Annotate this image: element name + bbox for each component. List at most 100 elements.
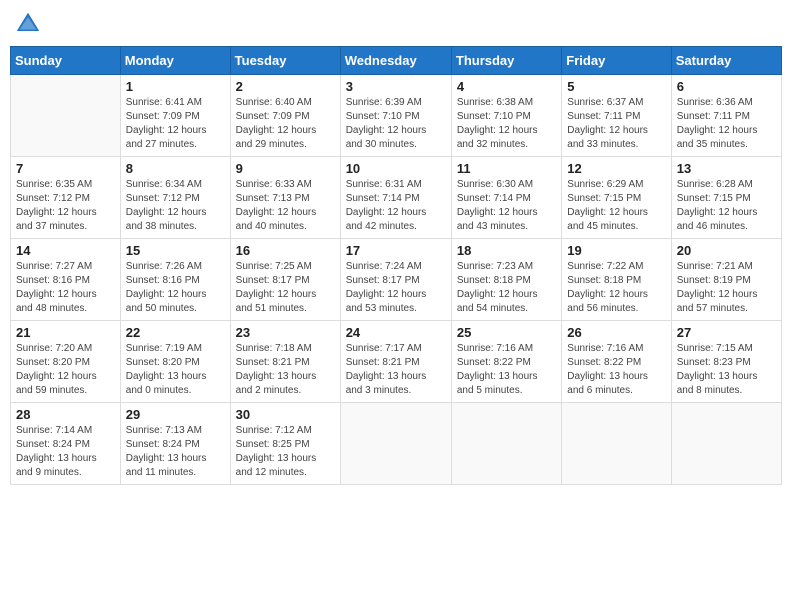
calendar-day-cell: 27Sunrise: 7:15 AMSunset: 8:23 PMDayligh… [671, 321, 781, 403]
day-number: 26 [567, 325, 665, 340]
day-info: Sunrise: 6:41 AMSunset: 7:09 PMDaylight:… [126, 96, 225, 152]
calendar-day-cell: 12 Sunrise: 6:29 AMSunset: 7:15 PMDayligh… [562, 157, 671, 239]
calendar-week-row: 14 Sunrise: 7:27 AMSunset: 8:16 PMDayligh… [11, 239, 782, 321]
weekday-header-wednesday: Wednesday [340, 47, 451, 75]
day-info: Sunrise: 6:29 AMSunset: 7:15 PMDaylight:… [567, 178, 665, 234]
day-number: 27 [677, 325, 776, 340]
day-info: Sunrise: 6:40 AMSunset: 7:09 PMDaylight:… [236, 96, 335, 152]
day-info: Sunrise: 7:22 AMSunset: 8:18 PMDaylight:… [567, 260, 665, 316]
calendar-day-cell: 1 Sunrise: 6:41 AMSunset: 7:09 PMDaylight… [120, 75, 230, 157]
day-number: 18 [457, 243, 556, 258]
calendar-week-row: 28 Sunrise: 7:14 AMSunset: 8:24 PMDayligh… [11, 403, 782, 485]
day-info: Sunrise: 6:34 AMSunset: 7:12 PMDaylight:… [126, 178, 225, 234]
day-number: 30 [236, 407, 335, 422]
calendar-day-cell: 30Sunrise: 7:12 AMSunset: 8:25 PMDayligh… [230, 403, 340, 485]
day-number: 8 [126, 161, 225, 176]
day-number: 28 [16, 407, 115, 422]
weekday-header-tuesday: Tuesday [230, 47, 340, 75]
day-number: 9 [236, 161, 335, 176]
day-number: 2 [236, 79, 335, 94]
day-number: 23 [236, 325, 335, 340]
day-number: 6 [677, 79, 776, 94]
calendar-day-cell: 20 Sunrise: 7:21 AMSunset: 8:19 PMDayligh… [671, 239, 781, 321]
day-info: Sunrise: 7:14 AMSunset: 8:24 PMDaylight:… [16, 424, 115, 480]
calendar-day-cell: 6 Sunrise: 6:36 AMSunset: 7:11 PMDaylight… [671, 75, 781, 157]
day-info: Sunrise: 7:23 AMSunset: 8:18 PMDaylight:… [457, 260, 556, 316]
day-number: 25 [457, 325, 556, 340]
day-number: 17 [346, 243, 446, 258]
calendar-day-cell: 11 Sunrise: 6:30 AMSunset: 7:14 PMDayligh… [451, 157, 561, 239]
calendar-week-row: 21 Sunrise: 7:20 AMSunset: 8:20 PMDayligh… [11, 321, 782, 403]
day-number: 15 [126, 243, 225, 258]
day-info: Sunrise: 6:37 AMSunset: 7:11 PMDaylight:… [567, 96, 665, 152]
calendar-day-cell: 22 Sunrise: 7:19 AMSunset: 8:20 PMDayligh… [120, 321, 230, 403]
day-info: Sunrise: 6:39 AMSunset: 7:10 PMDaylight:… [346, 96, 446, 152]
day-info: Sunrise: 7:17 AMSunset: 8:21 PMDaylight:… [346, 342, 446, 398]
day-info: Sunrise: 6:31 AMSunset: 7:14 PMDaylight:… [346, 178, 446, 234]
day-info: Sunrise: 7:20 AMSunset: 8:20 PMDaylight:… [16, 342, 115, 398]
calendar-day-cell: 19Sunrise: 7:22 AMSunset: 8:18 PMDayligh… [562, 239, 671, 321]
day-number: 21 [16, 325, 115, 340]
day-number: 12 [567, 161, 665, 176]
day-number: 4 [457, 79, 556, 94]
day-number: 5 [567, 79, 665, 94]
day-number: 11 [457, 161, 556, 176]
calendar-day-cell: 7Sunrise: 6:35 AMSunset: 7:12 PMDaylight… [11, 157, 121, 239]
weekday-header-monday: Monday [120, 47, 230, 75]
day-number: 1 [126, 79, 225, 94]
day-info: Sunrise: 7:13 AMSunset: 8:24 PMDaylight:… [126, 424, 225, 480]
weekday-header-thursday: Thursday [451, 47, 561, 75]
calendar-day-cell: 2 Sunrise: 6:40 AMSunset: 7:09 PMDaylight… [230, 75, 340, 157]
page-header [10, 10, 782, 38]
day-info: Sunrise: 6:36 AMSunset: 7:11 PMDaylight:… [677, 96, 776, 152]
day-number: 20 [677, 243, 776, 258]
day-number: 7 [16, 161, 115, 176]
day-info: Sunrise: 7:18 AMSunset: 8:21 PMDaylight:… [236, 342, 335, 398]
day-number: 13 [677, 161, 776, 176]
calendar-day-cell: 29 Sunrise: 7:13 AMSunset: 8:24 PMDayligh… [120, 403, 230, 485]
logo-icon [14, 10, 42, 38]
day-info: Sunrise: 7:16 AMSunset: 8:22 PMDaylight:… [457, 342, 556, 398]
day-info: Sunrise: 7:16 AMSunset: 8:22 PMDaylight:… [567, 342, 665, 398]
calendar-day-cell: 21 Sunrise: 7:20 AMSunset: 8:20 PMDayligh… [11, 321, 121, 403]
day-info: Sunrise: 6:33 AMSunset: 7:13 PMDaylight:… [236, 178, 335, 234]
calendar-day-cell [451, 403, 561, 485]
day-info: Sunrise: 7:26 AMSunset: 8:16 PMDaylight:… [126, 260, 225, 316]
calendar-day-cell: 28 Sunrise: 7:14 AMSunset: 8:24 PMDayligh… [11, 403, 121, 485]
calendar-day-cell: 26 Sunrise: 7:16 AMSunset: 8:22 PMDayligh… [562, 321, 671, 403]
weekday-header-sunday: Sunday [11, 47, 121, 75]
calendar-day-cell: 5 Sunrise: 6:37 AMSunset: 7:11 PMDaylight… [562, 75, 671, 157]
calendar-day-cell: 4 Sunrise: 6:38 AMSunset: 7:10 PMDaylight… [451, 75, 561, 157]
calendar-day-cell [340, 403, 451, 485]
calendar-day-cell [671, 403, 781, 485]
day-info: Sunrise: 6:38 AMSunset: 7:10 PMDaylight:… [457, 96, 556, 152]
day-info: Sunrise: 7:24 AMSunset: 8:17 PMDaylight:… [346, 260, 446, 316]
calendar-day-cell: 10 Sunrise: 6:31 AMSunset: 7:14 PMDayligh… [340, 157, 451, 239]
day-info: Sunrise: 7:21 AMSunset: 8:19 PMDaylight:… [677, 260, 776, 316]
weekday-header-saturday: Saturday [671, 47, 781, 75]
weekday-header-friday: Friday [562, 47, 671, 75]
day-number: 22 [126, 325, 225, 340]
day-info: Sunrise: 7:25 AMSunset: 8:17 PMDaylight:… [236, 260, 335, 316]
calendar-day-cell [11, 75, 121, 157]
calendar-day-cell: 17 Sunrise: 7:24 AMSunset: 8:17 PMDayligh… [340, 239, 451, 321]
calendar-day-cell: 15 Sunrise: 7:26 AMSunset: 8:16 PMDayligh… [120, 239, 230, 321]
weekday-header-row: SundayMondayTuesdayWednesdayThursdayFrid… [11, 47, 782, 75]
day-number: 29 [126, 407, 225, 422]
calendar-day-cell: 23 Sunrise: 7:18 AMSunset: 8:21 PMDayligh… [230, 321, 340, 403]
day-number: 10 [346, 161, 446, 176]
logo [14, 10, 46, 38]
day-number: 3 [346, 79, 446, 94]
calendar-table: SundayMondayTuesdayWednesdayThursdayFrid… [10, 46, 782, 485]
day-info: Sunrise: 7:19 AMSunset: 8:20 PMDaylight:… [126, 342, 225, 398]
day-number: 24 [346, 325, 446, 340]
day-number: 14 [16, 243, 115, 258]
calendar-day-cell: 24 Sunrise: 7:17 AMSunset: 8:21 PMDayligh… [340, 321, 451, 403]
calendar-day-cell: 14 Sunrise: 7:27 AMSunset: 8:16 PMDayligh… [11, 239, 121, 321]
calendar-day-cell: 13Sunrise: 6:28 AMSunset: 7:15 PMDayligh… [671, 157, 781, 239]
calendar-day-cell: 9 Sunrise: 6:33 AMSunset: 7:13 PMDaylight… [230, 157, 340, 239]
calendar-day-cell [562, 403, 671, 485]
day-info: Sunrise: 7:27 AMSunset: 8:16 PMDaylight:… [16, 260, 115, 316]
calendar-day-cell: 8 Sunrise: 6:34 AMSunset: 7:12 PMDaylight… [120, 157, 230, 239]
day-info: Sunrise: 6:30 AMSunset: 7:14 PMDaylight:… [457, 178, 556, 234]
